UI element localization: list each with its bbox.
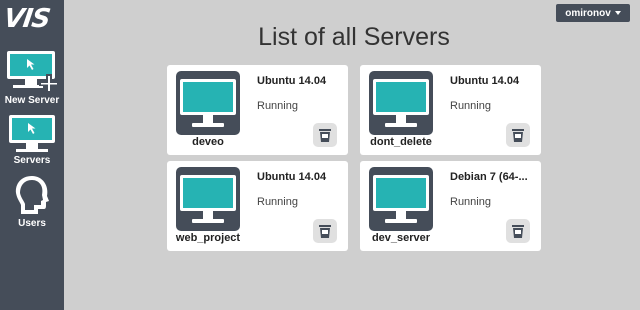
server-status: Running	[450, 196, 491, 208]
sidebar-item-users[interactable]: Users	[0, 174, 64, 232]
sidebar: VIS New Server Servers Users	[0, 0, 64, 310]
server-card[interactable]: dev_server Debian 7 (64-... Running	[360, 161, 541, 251]
monitor-icon	[369, 71, 433, 135]
monitor-icon	[369, 167, 433, 231]
monitor-icon	[176, 167, 240, 231]
server-status: Running	[450, 100, 491, 112]
server-name: dont_delete	[370, 136, 432, 148]
monitor-icon	[176, 71, 240, 135]
main-content: omironov List of all Servers deveo Ubunt…	[64, 0, 640, 310]
server-card[interactable]: deveo Ubuntu 14.04 Running	[167, 65, 348, 155]
app-logo: VIS	[1, 4, 52, 34]
server-os: Ubuntu 14.04	[257, 171, 327, 183]
trash-icon	[506, 219, 530, 243]
servers-icon	[9, 115, 55, 152]
page-title: List of all Servers	[258, 23, 450, 51]
caret-down-icon	[614, 11, 621, 15]
server-os: Ubuntu 14.04	[450, 75, 520, 87]
server-os: Ubuntu 14.04	[257, 75, 327, 87]
server-status: Running	[257, 196, 298, 208]
server-name: web_project	[175, 232, 241, 244]
delete-server-button[interactable]	[506, 123, 530, 147]
server-status: Running	[257, 100, 298, 112]
sidebar-item-servers-label: Servers	[13, 155, 51, 166]
delete-server-button[interactable]	[313, 219, 337, 243]
server-card[interactable]: web_project Ubuntu 14.04 Running	[167, 161, 348, 251]
trash-icon	[506, 123, 530, 147]
delete-server-button[interactable]	[506, 219, 530, 243]
sidebar-item-new-server-label: New Server	[4, 95, 60, 106]
trash-icon	[313, 219, 337, 243]
trash-icon	[313, 123, 337, 147]
server-card[interactable]: dont_delete Ubuntu 14.04 Running	[360, 65, 541, 155]
user-head-icon	[15, 176, 49, 214]
sidebar-item-servers[interactable]: Servers	[0, 112, 64, 170]
server-os: Debian 7 (64-...	[450, 171, 528, 183]
server-name: dev_server	[371, 232, 431, 244]
server-name: deveo	[192, 136, 224, 148]
sidebar-item-users-label: Users	[18, 218, 46, 229]
sidebar-item-new-server[interactable]: New Server	[0, 48, 64, 108]
delete-server-button[interactable]	[313, 123, 337, 147]
user-menu-label: omironov	[565, 7, 611, 19]
new-server-icon	[7, 51, 59, 93]
